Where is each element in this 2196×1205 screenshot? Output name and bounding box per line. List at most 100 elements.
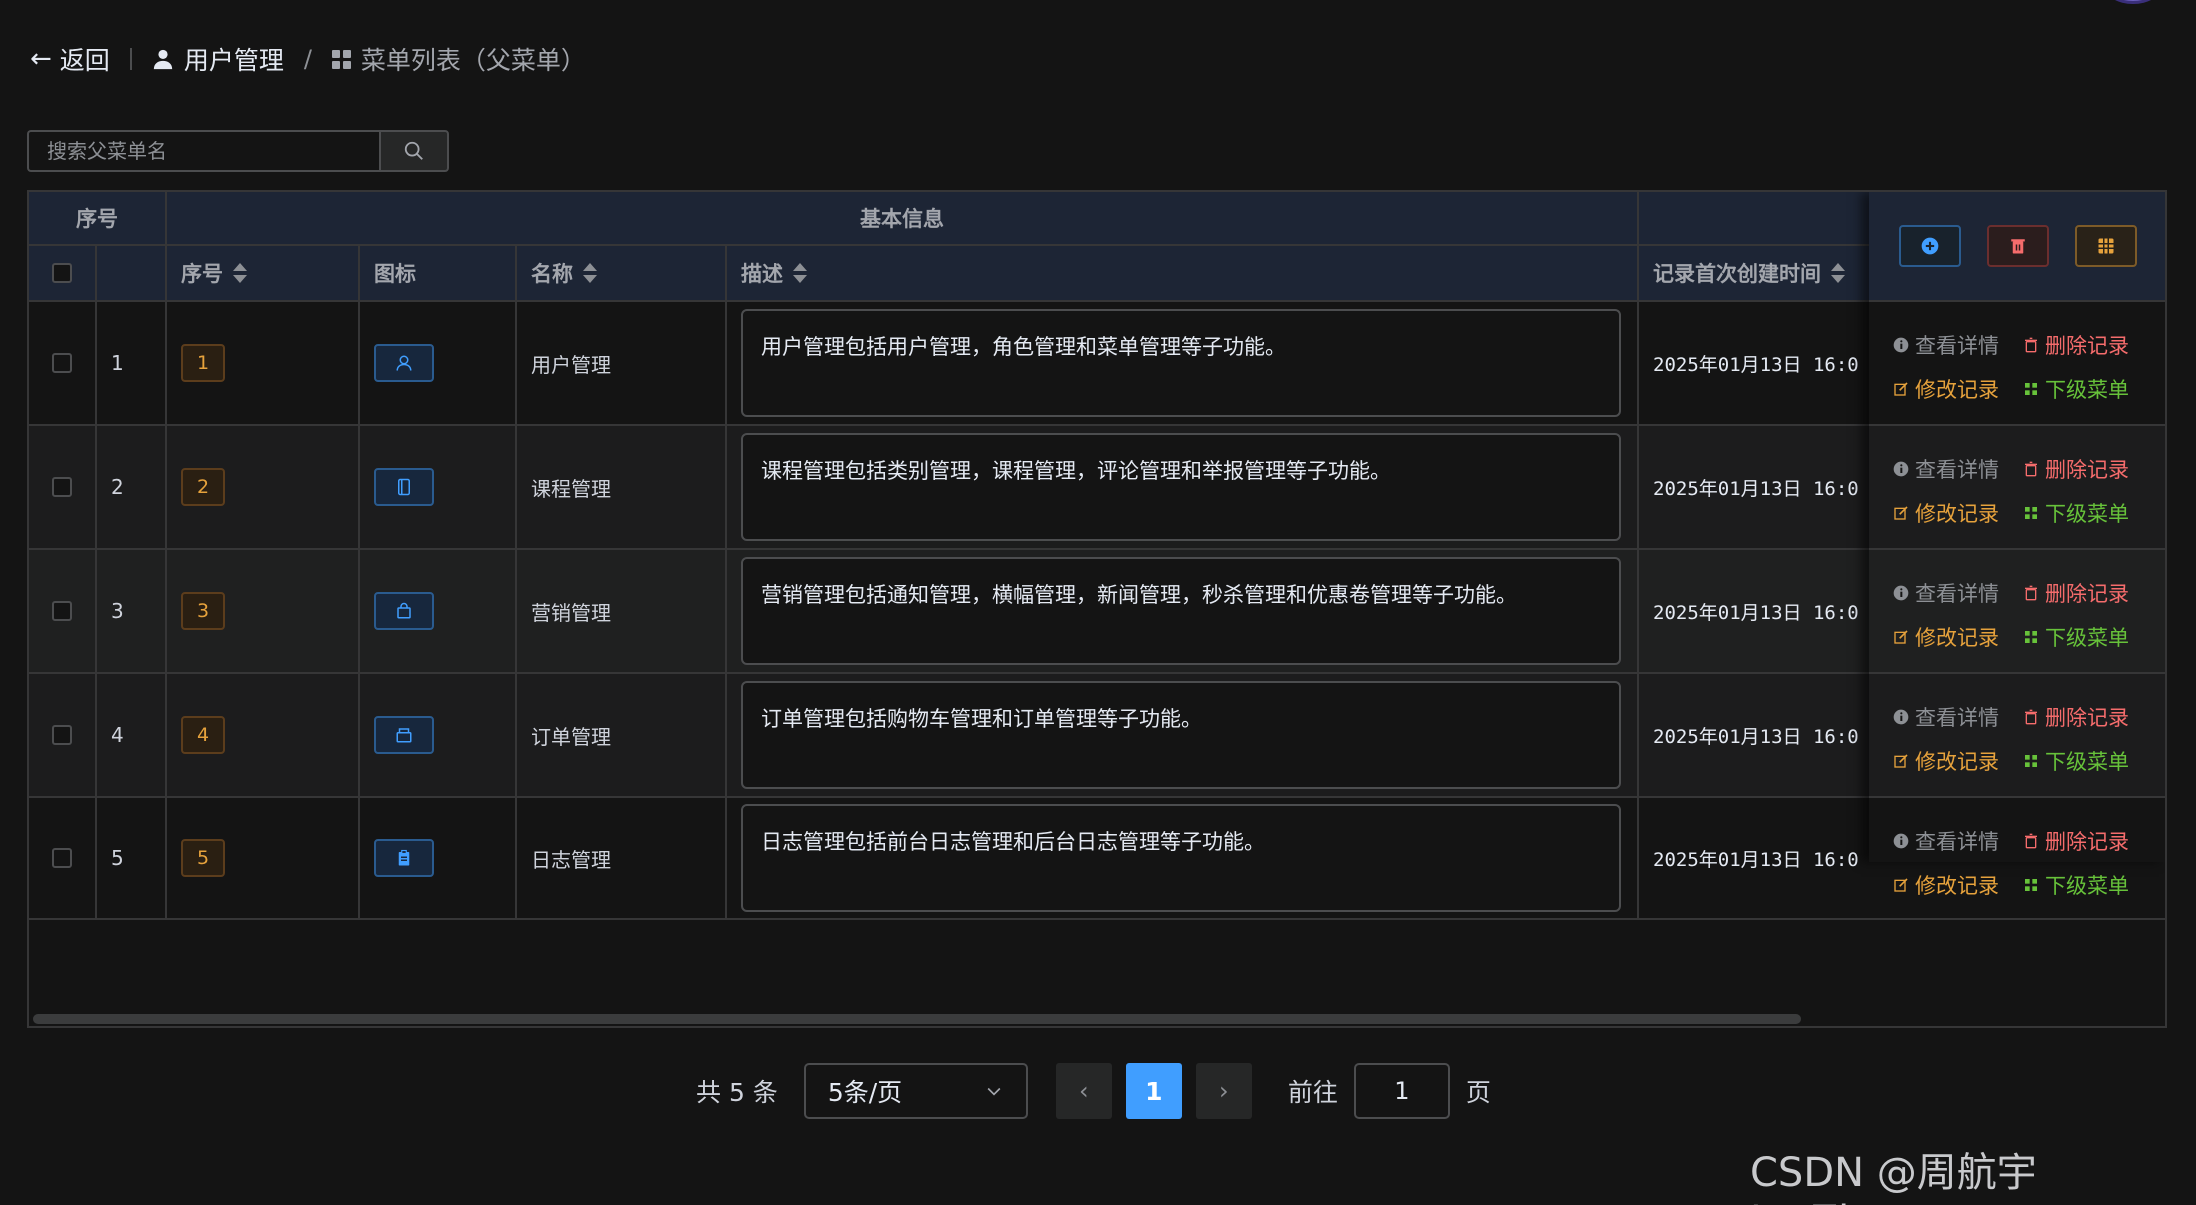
goto-page-input[interactable] (1353, 1063, 1450, 1119)
delete-button[interactable]: 删除记录 (2023, 454, 2129, 484)
col-created-label: 记录首次创建时间 (1653, 262, 1821, 286)
edit-button[interactable]: 修改记录 (1893, 498, 1999, 528)
table-header: 序号 图标 名称 描述 记录首次创建时间 (29, 246, 1969, 300)
group-header-basic: 基本信息 (167, 192, 1639, 244)
row-index: 1 (97, 302, 167, 424)
row-checkbox[interactable] (52, 477, 72, 497)
row-index: 3 (97, 550, 167, 672)
info-icon (1893, 585, 1909, 601)
batch-delete-button[interactable] (1987, 225, 2049, 267)
table-row: 3 3 营销管理 营销管理包括通知管理，横幅管理，新闻管理，秒杀管理和优惠卷管理… (29, 548, 1969, 672)
edit-button[interactable]: 修改记录 (1893, 870, 1999, 900)
sort-icon[interactable] (1831, 263, 1845, 283)
col-index (97, 246, 167, 300)
row-index: 4 (97, 674, 167, 796)
info-icon (1893, 337, 1909, 353)
clipboard-icon[interactable] (374, 839, 434, 877)
info-icon (1893, 461, 1909, 477)
row-actions: 查看详情 删除记录 修改记录 下级菜单 (1869, 548, 2165, 672)
select-all-checkbox[interactable] (52, 263, 72, 283)
chevron-left-icon: ‹ (1079, 1077, 1089, 1105)
seq-tag: 2 (181, 468, 225, 506)
submenu-button[interactable]: 下级菜单 (2023, 498, 2129, 528)
horizontal-scrollbar[interactable] (33, 1014, 1801, 1024)
row-index: 5 (97, 798, 167, 918)
info-icon (1893, 833, 1909, 849)
trash-icon (2023, 585, 2039, 601)
sort-icon[interactable] (793, 263, 807, 283)
row-checkbox[interactable] (52, 725, 72, 745)
edit-button[interactable]: 修改记录 (1893, 374, 1999, 404)
tablet-icon[interactable] (374, 468, 434, 506)
submenu-button[interactable]: 下级菜单 (2023, 746, 2129, 776)
breadcrumb-current: 菜单列表（父菜单） (331, 41, 586, 77)
delete-button[interactable]: 删除记录 (2023, 702, 2129, 732)
goto-page: 前往 页 (1288, 1063, 1491, 1119)
delete-button[interactable]: 删除记录 (2023, 578, 2129, 608)
goto-label: 前往 (1287, 1078, 1338, 1107)
col-desc[interactable]: 描述 (727, 246, 1639, 300)
back-button[interactable]: ← 返回 (30, 41, 110, 77)
shopping-bag-icon[interactable] (374, 592, 434, 630)
table-group-header: 序号 基本信息 时 (29, 192, 1969, 246)
user-icon[interactable] (374, 344, 434, 382)
seq-tag: 4 (181, 716, 225, 754)
plus-circle-icon (1920, 236, 1940, 256)
col-desc-label: 描述 (741, 262, 783, 286)
user-icon (152, 48, 174, 70)
edit-button[interactable]: 修改记录 (1893, 622, 1999, 652)
sort-icon[interactable] (233, 263, 247, 283)
search-bar (27, 130, 449, 172)
table-row: 2 2 课程管理 课程管理包括类别管理，课程管理，评论管理和举报管理等子功能。 … (29, 424, 1969, 548)
page-number-current[interactable]: 1 (1125, 1063, 1182, 1119)
box-icon[interactable] (374, 716, 434, 754)
row-desc: 课程管理包括类别管理，课程管理，评论管理和举报管理等子功能。 (741, 433, 1621, 541)
table-body: 1 1 用户管理 用户管理包括用户管理，角色管理和菜单管理等子功能。 2025年… (29, 300, 1969, 920)
view-button[interactable]: 查看详情 (1893, 702, 1999, 732)
row-checkbox[interactable] (52, 601, 72, 621)
edit-icon (1893, 381, 1909, 397)
operations-column: 查看详情 删除记录 修改记录 下级菜单 查看详情 删除记录 修改记录 下级菜单 … (1869, 192, 2165, 920)
prev-page-button[interactable]: ‹ (1055, 1063, 1112, 1119)
seq-tag: 1 (181, 344, 225, 382)
row-desc: 用户管理包括用户管理，角色管理和菜单管理等子功能。 (741, 309, 1621, 417)
delete-button[interactable]: 删除记录 (2023, 826, 2129, 856)
info-icon (1893, 709, 1909, 725)
col-name[interactable]: 名称 (517, 246, 727, 300)
view-button[interactable]: 查看详情 (1893, 826, 1999, 856)
sort-icon[interactable] (583, 263, 597, 283)
chevron-down-icon (984, 1081, 1004, 1101)
row-checkbox[interactable] (52, 848, 72, 868)
trash-icon (2023, 337, 2039, 353)
total-count: 共 5 条 (696, 1078, 778, 1107)
row-desc: 日志管理包括前台日志管理和后台日志管理等子功能。 (741, 804, 1621, 912)
avatar[interactable] (2105, 0, 2161, 4)
edit-icon (1893, 629, 1909, 645)
edit-icon (1893, 753, 1909, 769)
trash-icon (2009, 237, 2027, 255)
search-button[interactable] (379, 130, 449, 172)
breadcrumb-main[interactable]: 用户管理 (152, 41, 284, 77)
view-button[interactable]: 查看详情 (1893, 330, 1999, 360)
row-desc: 营销管理包括通知管理，横幅管理，新闻管理，秒杀管理和优惠卷管理等子功能。 (741, 557, 1621, 665)
watermark: CSDN @周航宇JoeZhou (1750, 1150, 2037, 1205)
page-size-select[interactable]: 5条/页 (803, 1063, 1028, 1119)
col-seq[interactable]: 序号 (167, 246, 360, 300)
column-settings-button[interactable] (2075, 225, 2137, 267)
row-actions: 查看详情 删除记录 修改记录 下级菜单 (1869, 672, 2165, 796)
grid-icon (2023, 753, 2039, 769)
edit-icon (1893, 505, 1909, 521)
submenu-button[interactable]: 下级菜单 (2023, 870, 2129, 900)
submenu-button[interactable]: 下级菜单 (2023, 374, 2129, 404)
grid-icon (2023, 877, 2039, 893)
add-button[interactable] (1899, 225, 1961, 267)
search-input[interactable] (27, 130, 379, 172)
submenu-button[interactable]: 下级菜单 (2023, 622, 2129, 652)
delete-button[interactable]: 删除记录 (2023, 330, 2129, 360)
next-page-button[interactable]: › (1195, 1063, 1252, 1119)
row-checkbox[interactable] (52, 353, 72, 373)
row-created: 2025年01月13日 16:0 (1653, 725, 1859, 748)
edit-button[interactable]: 修改记录 (1893, 746, 1999, 776)
view-button[interactable]: 查看详情 (1893, 578, 1999, 608)
view-button[interactable]: 查看详情 (1893, 454, 1999, 484)
